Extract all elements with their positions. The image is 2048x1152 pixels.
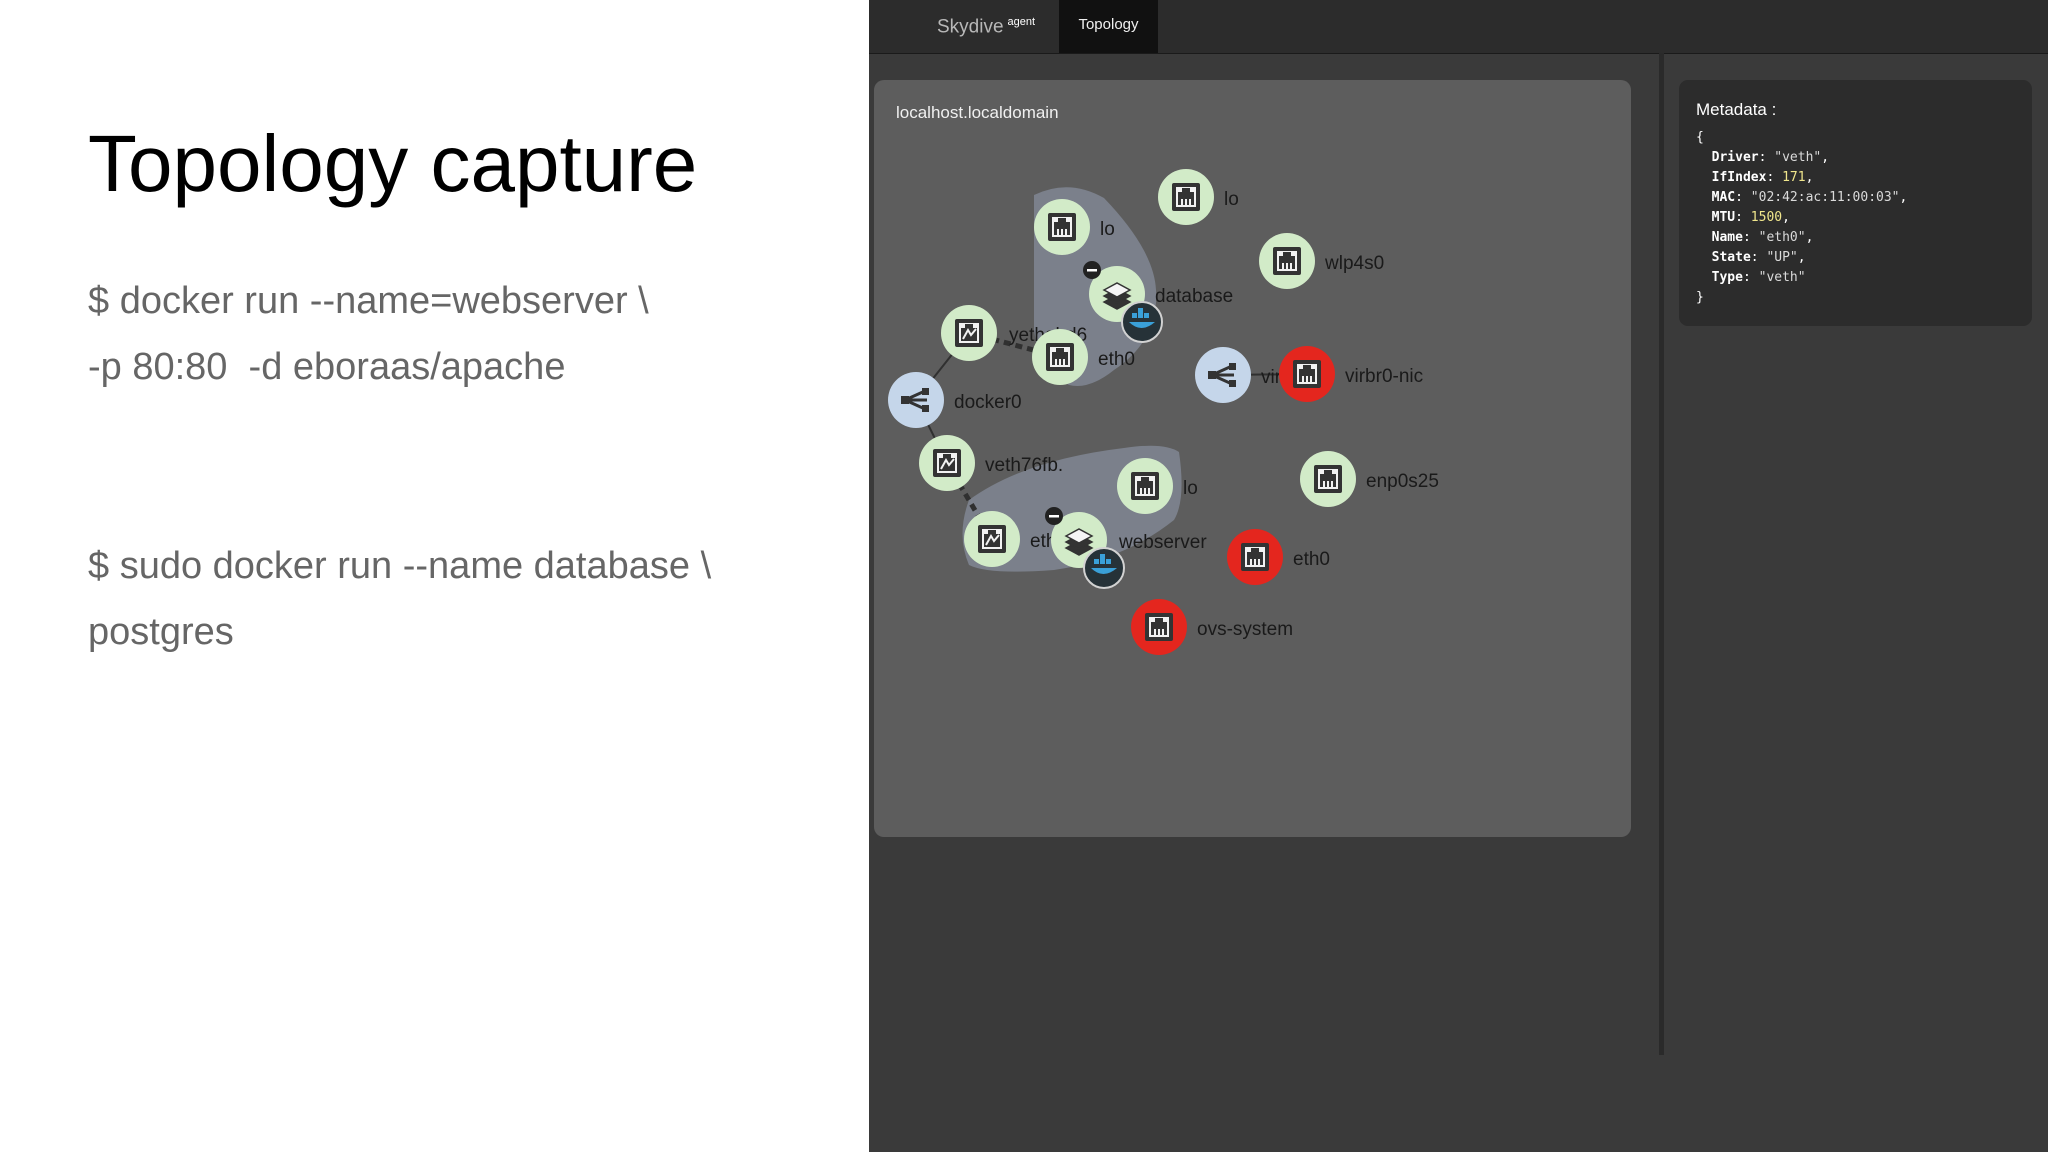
- command-line: $ sudo docker run --name database \: [88, 545, 712, 587]
- metadata-value: "veth": [1758, 270, 1806, 285]
- network-interface-icon: [1314, 465, 1342, 493]
- slide-content: Topology capture $ docker run --name=web…: [0, 0, 869, 1152]
- network-interface-icon: [1048, 213, 1076, 241]
- network-interface-icon: [1145, 613, 1173, 641]
- docker-icon: [1121, 301, 1163, 343]
- command-line: -p 80:80 -d eboraas/apache: [88, 346, 566, 388]
- node-ovs-system[interactable]: ovs-system: [1131, 599, 1293, 655]
- node-virbr0-nic[interactable]: virbr0-nic: [1279, 346, 1423, 402]
- node-wlp4s0[interactable]: wlp4s0: [1259, 233, 1384, 289]
- metadata-row: MTU: 1500,: [1711, 210, 1790, 225]
- metadata-value: 171: [1782, 170, 1806, 185]
- metadata-json: { Driver: "veth", IfIndex: 171, MAC: "02…: [1696, 128, 1907, 308]
- node-label: wlp4s0: [1324, 253, 1384, 274]
- metadata-row: Type: "veth": [1711, 270, 1806, 285]
- node-label: eth0: [1293, 549, 1330, 570]
- command-line: postgres: [88, 611, 234, 653]
- metadata-key: Driver: [1711, 150, 1759, 165]
- metadata-key: IfIndex: [1711, 170, 1767, 185]
- metadata-row: MAC: "02:42:ac:11:00:03",: [1711, 190, 1908, 205]
- node-label: lo: [1183, 478, 1198, 499]
- brand-logo[interactable]: Skydive agent: [937, 16, 1035, 38]
- network-interface-icon: [1046, 343, 1074, 371]
- node-label: docker0: [954, 392, 1022, 413]
- network-interface-icon: [933, 449, 961, 477]
- tab-topology[interactable]: Topology: [1059, 0, 1158, 53]
- network-interface-icon: [1172, 183, 1200, 211]
- node-lo-web[interactable]: lo: [1117, 458, 1198, 514]
- metadata-value: "eth0": [1758, 230, 1806, 245]
- node-lo-host[interactable]: lo: [1158, 169, 1239, 225]
- metadata-key: MAC: [1711, 190, 1736, 205]
- metadata-row: State: "UP",: [1711, 250, 1806, 265]
- node-enp0s25[interactable]: enp0s25: [1300, 451, 1439, 507]
- network-interface-icon: [1273, 247, 1301, 275]
- navbar: Skydive agent Topology: [869, 0, 2048, 54]
- docker-run-database-command: $ sudo docker run --name database \ postg…: [88, 533, 711, 665]
- command-line: $ docker run --name=webserver \: [88, 280, 649, 322]
- network-interface-icon: [978, 525, 1006, 553]
- brand-name: Skydive: [937, 16, 1004, 38]
- node-label: lo: [1224, 189, 1239, 210]
- collapse-icon[interactable]: [1083, 261, 1101, 279]
- node-label: enp0s25: [1366, 471, 1439, 492]
- node-label: veth76fb.: [985, 455, 1063, 476]
- metadata-key: Type: [1711, 270, 1743, 285]
- node-docker0[interactable]: docker0: [888, 372, 1022, 428]
- brand-superscript: agent: [1007, 16, 1036, 28]
- network-interface-icon: [955, 319, 983, 347]
- node-label: database: [1155, 286, 1233, 307]
- metadata-row: Driver: "veth",: [1711, 150, 1830, 165]
- metadata-key: State: [1711, 250, 1751, 265]
- network-interface-icon: [1131, 472, 1159, 500]
- node-label: ovs-system: [1197, 619, 1293, 640]
- node-eth0-host[interactable]: eth0: [1227, 529, 1330, 585]
- node-label: lo: [1100, 219, 1115, 240]
- node-label: webserver: [1118, 532, 1207, 553]
- metadata-value: 1500: [1750, 210, 1783, 225]
- slide-title: Topology capture: [88, 119, 698, 208]
- metadata-value: "02:42:ac:11:00:03": [1750, 190, 1900, 205]
- metadata-close-brace: }: [1696, 290, 1704, 305]
- metadata-key: Name: [1711, 230, 1743, 245]
- collapse-icon[interactable]: [1045, 507, 1063, 525]
- node-label: eth0: [1098, 349, 1135, 370]
- metadata-row: IfIndex: 171,: [1711, 170, 1814, 185]
- docker-run-webserver-command: $ docker run --name=webserver \ -p 80:80 …: [88, 268, 649, 400]
- metadata-open-brace: {: [1696, 130, 1704, 145]
- metadata-value: "UP": [1766, 250, 1798, 265]
- metadata-key: MTU: [1711, 210, 1736, 225]
- metadata-title: Metadata :: [1696, 100, 1777, 119]
- node-label: virbr0-nic: [1345, 366, 1423, 387]
- metadata-value: "veth": [1774, 150, 1822, 165]
- network-interface-icon: [1241, 543, 1269, 571]
- metadata-panel: Metadata : { Driver: "veth", IfIndex: 17…: [1679, 80, 2032, 326]
- metadata-row: Name: "eth0",: [1711, 230, 1814, 245]
- network-interface-icon: [1293, 360, 1321, 388]
- panel-divider[interactable]: [1659, 53, 1664, 1055]
- topology-graph[interactable]: lowlp4s0lodatabaseyethabd6eth0docker0vir…: [874, 80, 1631, 837]
- skydive-app: Skydive agent Topology localhost.localdom…: [869, 0, 2048, 1152]
- topology-panel: localhost.localdomain lo wlp4s0 lo database…: [874, 80, 1631, 837]
- docker-icon: [1083, 547, 1125, 589]
